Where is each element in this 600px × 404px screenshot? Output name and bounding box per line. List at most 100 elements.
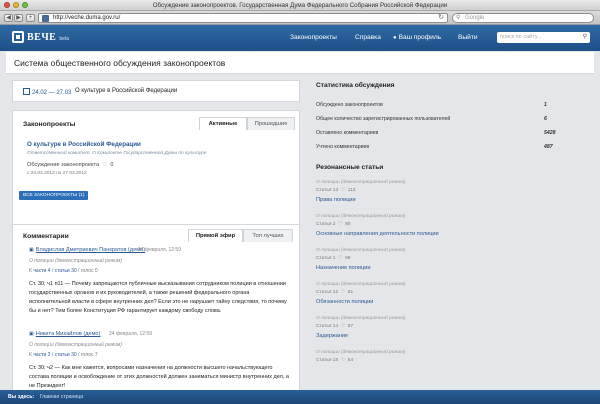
browser-search-placeholder: Google — [465, 15, 485, 21]
comment-author[interactable]: Владислав Дмитриевич Панкратов (демо) — [29, 247, 145, 253]
stat-value: 1 — [544, 102, 547, 108]
comment-law: О полиции (демонстрационный режим) — [29, 342, 122, 348]
page-title-bar: Система общественного обсуждения законоп… — [6, 52, 594, 74]
divider — [316, 242, 582, 243]
site-favicon-icon — [42, 15, 49, 22]
site-header: ВЕЧЕ beta Законопроекты Справка Ваш проф… — [0, 25, 600, 51]
article-law: О полиции (демонстрационный режим) — [316, 214, 406, 219]
comment-date: 24 февраля, 12:59 — [109, 331, 152, 337]
page-title: Система общественного обсуждения законоп… — [14, 58, 226, 68]
comment-part-link[interactable]: части 4 — [33, 268, 50, 274]
bills-heading: Законопроекты — [23, 121, 76, 128]
article-label: Статья 2 — [316, 222, 336, 227]
window-title: Обсуждение законопроектов. Государственн… — [152, 2, 448, 9]
date-panel: 24.02 — 27.03 О культуре в Российской Фе… — [12, 80, 300, 102]
comment-count-icon: ♡ — [336, 256, 344, 261]
article-title[interactable]: Задержание — [316, 333, 348, 339]
divider — [316, 276, 582, 277]
stat-value: 6 — [544, 116, 547, 122]
comment-count-icon: ♡ — [339, 188, 347, 193]
comment-meta: К части 3 / статьи 30 / голос 7 — [29, 352, 98, 358]
all-bills-button[interactable]: ВСЕ ЗАКОНОПРОЕКТЫ (1) — [19, 191, 89, 200]
bill-status: Обсуждение законопроекта ♡ 0 — [27, 162, 114, 168]
reload-icon[interactable]: ↻ — [438, 14, 444, 22]
comments-tabs: Прямой эфир Топ лучших — [188, 229, 293, 242]
article-law: О полиции (демонстрационный режим) — [316, 248, 406, 253]
bill-dates: с 24.02.2012 по 27.03.2012 — [27, 171, 87, 176]
comment-count-icon: ♡ — [336, 222, 344, 227]
comment-count-icon: ♡ — [339, 290, 347, 295]
divider — [316, 208, 582, 209]
divider — [316, 140, 582, 141]
bottom-breadcrumb-bar: Вы здесь: Главная страница — [0, 390, 600, 404]
article-label: Статья 14 — [316, 324, 339, 329]
article-label: Статья 13 — [316, 188, 339, 193]
article-title[interactable]: Основные направления деятельности полици… — [316, 231, 439, 237]
comment-count-icon: ♡ — [339, 358, 347, 363]
stat-row: Учтено комментариев 487 — [316, 144, 584, 150]
address-bar[interactable]: http://veche.duma.gov.ru/ ↻ — [38, 13, 448, 23]
stat-label: Общее количество зарегистрированных поль… — [316, 116, 451, 122]
article-meta: Статья 14 ♡ 57 — [316, 324, 353, 329]
article-law: О полиции (демонстрационный режим) — [316, 180, 406, 185]
right-column: Статистика обсуждения Обсуждено законопр… — [306, 78, 594, 386]
article-count: 80 — [345, 222, 351, 227]
breadcrumb-home-link[interactable]: Главная страница — [40, 394, 84, 400]
comment-part-link[interactable]: части 3 — [33, 352, 50, 358]
date-law-title[interactable]: О культуре в Российской Федерации — [75, 88, 177, 94]
site-search-input[interactable]: поиск по сайту... ⚲ — [497, 32, 590, 43]
comment-article-link[interactable]: статьи 30 — [55, 352, 77, 358]
article-title[interactable]: Права полиции — [316, 197, 356, 203]
article-meta: Статья 2 ♡ 80 — [316, 222, 350, 227]
bills-tabs: Активные Прошедшие — [199, 117, 295, 130]
site-search-icon[interactable]: ⚲ — [583, 32, 587, 43]
nav-item-profile[interactable]: Ваш профиль — [393, 34, 458, 41]
nav-item-logout[interactable]: Выйти — [458, 34, 498, 41]
divider — [316, 344, 582, 345]
tab-top[interactable]: Топ лучших — [243, 229, 293, 242]
site-search-placeholder: поиск по сайту... — [500, 34, 542, 40]
article-count: 61 — [347, 290, 354, 295]
browser-search-field[interactable]: ⚲ Google — [452, 13, 594, 23]
date-range[interactable]: 24.02 — 27.03 — [23, 88, 71, 96]
nav-item-help[interactable]: Справка — [355, 34, 393, 41]
comment-meta: К части 4 / статьи 30 / голос 0 — [29, 268, 98, 274]
comment-article-link[interactable]: статьи 30 — [55, 268, 77, 274]
article-law: О полиции (демонстрационный режим) — [316, 282, 406, 287]
tab-live[interactable]: Прямой эфир — [188, 229, 243, 242]
forward-button[interactable]: ▶ — [14, 14, 23, 22]
comment-date: 24 февраля, 12:59 — [138, 247, 181, 253]
article-label: Статья 15 — [316, 358, 339, 363]
article-title[interactable]: Обязанности полиции — [316, 299, 373, 305]
bill-committee: Ответственный комитет: О Комитете Госуда… — [27, 151, 207, 156]
article-meta: Статья 1 ♡ 69 — [316, 256, 350, 261]
back-button[interactable]: ◀ — [4, 14, 13, 22]
article-title[interactable]: Назначение полиции — [316, 265, 371, 271]
article-label: Статья 12 — [316, 290, 339, 295]
bill-status-label: Обсуждение законопроекта — [27, 162, 100, 168]
main-nav: Законопроекты Справка Ваш профиль Выйти — [290, 34, 498, 41]
article-count: 54 — [347, 358, 354, 363]
stat-label: Обсуждено законопроектов — [316, 102, 383, 108]
nav-item-bills[interactable]: Законопроекты — [290, 34, 355, 41]
stat-value: 487 — [544, 144, 553, 150]
stat-value: 5428 — [544, 130, 556, 136]
logo-text: ВЕЧЕ — [27, 31, 57, 43]
logo-mark-icon — [12, 31, 24, 43]
browser-titlebar: Обсуждение законопроектов. Государственн… — [0, 0, 600, 11]
comment-meta-prefix: К — [29, 268, 32, 274]
stat-row: Оставлено комментариев 5428 — [316, 130, 584, 136]
tab-past-bills[interactable]: Прошедшие — [247, 117, 295, 130]
article-meta: Статья 15 ♡ 54 — [316, 358, 353, 363]
bill-title[interactable]: О культуре в Российской Федерации — [27, 141, 141, 148]
comment-author[interactable]: Никита Михайлов (демо) — [29, 331, 101, 337]
divider — [316, 126, 582, 127]
comment-law: О полиции (демонстрационный режим) — [29, 258, 122, 264]
site-logo[interactable]: ВЕЧЕ beta — [12, 31, 69, 43]
add-bookmark-button[interactable]: + — [26, 14, 35, 22]
search-icon: ⚲ — [456, 15, 461, 21]
comment-text: Ст. 30; ч2 — Как мне кажется, вопросами … — [29, 365, 289, 389]
address-text: http://veche.duma.gov.ru/ — [53, 15, 121, 21]
tab-active-bills[interactable]: Активные — [199, 117, 247, 130]
bills-panel: Законопроекты Активные Прошедшие О культ… — [12, 110, 300, 235]
